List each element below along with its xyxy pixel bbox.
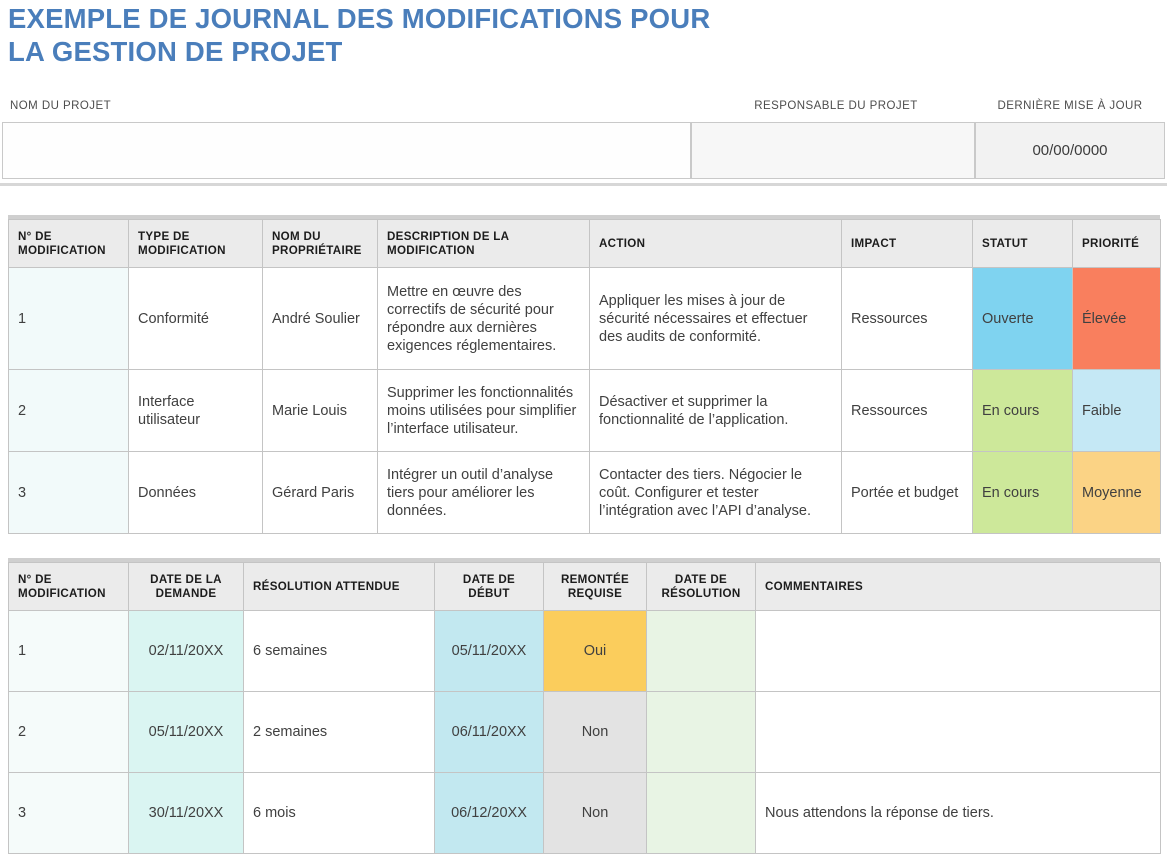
cell-impact[interactable]: Portée et budget <box>841 451 973 534</box>
table-row: 3 30/11/20XX 6 mois 06/12/20XX Non Nous … <box>8 772 1161 854</box>
table2-col-date-resolution: DATE DE RÉSOLUTION <box>646 562 756 611</box>
table2-col-resolution-attendue: RÉSOLUTION ATTENDUE <box>243 562 435 611</box>
table1-col-owner: NOM DU PROPRIÉTAIRE <box>262 219 378 268</box>
table1-header-row: N° DE MODIFICATION TYPE DE MODIFICATION … <box>8 219 1161 268</box>
cell-date-debut[interactable]: 06/12/20XX <box>434 772 544 854</box>
page-title: EXEMPLE DE JOURNAL DES MODIFICATIONS POU… <box>8 2 1008 68</box>
table1-col-num: N° DE MODIFICATION <box>8 219 129 268</box>
escalation-badge[interactable]: Non <box>543 772 647 854</box>
project-name-input[interactable] <box>2 122 691 179</box>
status-badge[interactable]: En cours <box>972 369 1073 452</box>
page-title-line2: LA GESTION DE PROJET <box>8 36 343 67</box>
cell-date-debut[interactable]: 05/11/20XX <box>434 610 544 692</box>
table2-header-row: N° DE MODIFICATION DATE DE LA DEMANDE RÉ… <box>8 562 1161 611</box>
cell-impact[interactable]: Ressources <box>841 369 973 452</box>
resolution-table: N° DE MODIFICATION DATE DE LA DEMANDE RÉ… <box>8 562 1161 854</box>
status-badge[interactable]: Ouverte <box>972 267 1073 370</box>
table2-col-date-demande: DATE DE LA DEMANDE <box>128 562 244 611</box>
cell-owner[interactable]: André Soulier <box>262 267 378 370</box>
cell-impact[interactable]: Ressources <box>841 267 973 370</box>
table2-col-date-debut: DATE DE DÉBUT <box>434 562 544 611</box>
document-page: EXEMPLE DE JOURNAL DES MODIFICATIONS POU… <box>0 0 1167 859</box>
cell-date-resolution[interactable] <box>646 772 756 854</box>
cell-num[interactable]: 2 <box>8 691 129 773</box>
cell-commentaires[interactable] <box>755 610 1161 692</box>
cell-description[interactable]: Intégrer un outil d’analyse tiers pour a… <box>377 451 590 534</box>
priority-badge[interactable]: Élevée <box>1072 267 1161 370</box>
cell-type[interactable]: Données <box>128 451 263 534</box>
cell-num[interactable]: 3 <box>8 451 129 534</box>
project-name-label: NOM DU PROJET <box>10 100 112 112</box>
priority-badge[interactable]: Faible <box>1072 369 1161 452</box>
table-row: 1 Conformité André Soulier Mettre en œuv… <box>8 267 1161 370</box>
escalation-badge[interactable]: Oui <box>543 610 647 692</box>
header-divider <box>0 183 1167 186</box>
cell-type[interactable]: Interface utilisateur <box>128 369 263 452</box>
priority-badge[interactable]: Moyenne <box>1072 451 1161 534</box>
escalation-badge[interactable]: Non <box>543 691 647 773</box>
cell-type[interactable]: Conformité <box>128 267 263 370</box>
project-manager-input[interactable] <box>691 122 975 179</box>
cell-commentaires[interactable]: Nous attendons la réponse de tiers. <box>755 772 1161 854</box>
cell-action[interactable]: Appliquer les mises à jour de sécurité n… <box>589 267 842 370</box>
cell-description[interactable]: Supprimer les fonctionnalités moins util… <box>377 369 590 452</box>
table2-col-remontee: REMONTÉE REQUISE <box>543 562 647 611</box>
cell-owner[interactable]: Gérard Paris <box>262 451 378 534</box>
cell-description[interactable]: Mettre en œuvre des correctifs de sécuri… <box>377 267 590 370</box>
page-title-line1: EXEMPLE DE JOURNAL DES MODIFICATIONS POU… <box>8 3 711 34</box>
cell-action[interactable]: Désactiver et supprimer la fonctionnalit… <box>589 369 842 452</box>
table-row: 2 Interface utilisateur Marie Louis Supp… <box>8 369 1161 452</box>
cell-date-demande[interactable]: 02/11/20XX <box>128 610 244 692</box>
cell-date-demande[interactable]: 30/11/20XX <box>128 772 244 854</box>
table1-col-description: DESCRIPTION DE LA MODIFICATION <box>377 219 590 268</box>
last-update-label: DERNIÈRE MISE À JOUR <box>997 100 1143 112</box>
table2-col-commentaires: COMMENTAIRES <box>755 562 1161 611</box>
cell-resolution-attendue[interactable]: 2 semaines <box>243 691 435 773</box>
cell-action[interactable]: Contacter des tiers. Négocier le coût. C… <box>589 451 842 534</box>
cell-num[interactable]: 2 <box>8 369 129 452</box>
table-row: 1 02/11/20XX 6 semaines 05/11/20XX Oui <box>8 610 1161 692</box>
table2-col-num: N° DE MODIFICATION <box>8 562 129 611</box>
header-fields: 00/00/0000 <box>0 122 1167 179</box>
cell-date-resolution[interactable] <box>646 691 756 773</box>
table1-col-impact: IMPACT <box>841 219 973 268</box>
cell-resolution-attendue[interactable]: 6 semaines <box>243 610 435 692</box>
cell-resolution-attendue[interactable]: 6 mois <box>243 772 435 854</box>
table-row: 2 05/11/20XX 2 semaines 06/11/20XX Non <box>8 691 1161 773</box>
project-manager-label: RESPONSABLE DU PROJET <box>754 100 918 112</box>
table-row: 3 Données Gérard Paris Intégrer un outil… <box>8 451 1161 534</box>
table1-col-statut: STATUT <box>972 219 1073 268</box>
cell-date-resolution[interactable] <box>646 610 756 692</box>
cell-num[interactable]: 1 <box>8 267 129 370</box>
cell-owner[interactable]: Marie Louis <box>262 369 378 452</box>
cell-commentaires[interactable] <box>755 691 1161 773</box>
cell-date-debut[interactable]: 06/11/20XX <box>434 691 544 773</box>
table1-col-priorite: PRIORITÉ <box>1072 219 1161 268</box>
cell-num[interactable]: 1 <box>8 610 129 692</box>
header-labels: NOM DU PROJET RESPONSABLE DU PROJET DERN… <box>0 100 1167 120</box>
status-badge[interactable]: En cours <box>972 451 1073 534</box>
cell-num[interactable]: 3 <box>8 772 129 854</box>
change-log-table: N° DE MODIFICATION TYPE DE MODIFICATION … <box>8 219 1161 534</box>
table1-col-action: ACTION <box>589 219 842 268</box>
last-update-input[interactable]: 00/00/0000 <box>975 122 1165 179</box>
table1-col-type: TYPE DE MODIFICATION <box>128 219 263 268</box>
cell-date-demande[interactable]: 05/11/20XX <box>128 691 244 773</box>
